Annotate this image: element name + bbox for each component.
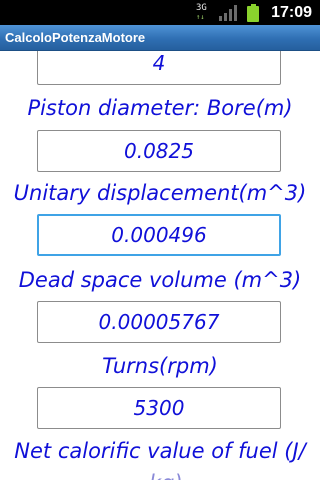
value-field-top[interactable]: 4	[37, 51, 281, 85]
turns-input[interactable]: 5300	[37, 387, 281, 429]
app-title: CalcoloPotenzaMotore	[5, 30, 146, 45]
turns-label: Turns(rpm)	[102, 354, 218, 378]
app-title-bar: CalcoloPotenzaMotore	[0, 25, 320, 51]
form-scroll-area[interactable]: 4 Piston diameter: Bore(m) 0.0825 Unitar…	[0, 51, 320, 480]
status-bar: 3G ↑↓ 17:09	[0, 0, 320, 25]
displacement-label: Unitary displacement(m^3)	[13, 181, 307, 205]
network-3g-icon: 3G ↑↓	[196, 4, 214, 22]
calorific-value-label: Net calorific value of fuel (J/	[14, 439, 306, 463]
bore-input[interactable]: 0.0825	[37, 130, 281, 172]
calorific-value-label-continuation: kg)	[149, 471, 183, 480]
dead-space-label: Dead space volume (m^3)	[18, 268, 302, 292]
signal-strength-icon	[219, 5, 237, 21]
status-time: 17:09	[271, 4, 312, 21]
dead-space-input[interactable]: 0.00005767	[37, 301, 281, 343]
displacement-input[interactable]: 0.000496	[37, 214, 281, 256]
network-type-label: 3G	[196, 3, 207, 13]
battery-icon	[247, 4, 259, 22]
bore-label: Piston diameter: Bore(m)	[27, 96, 293, 120]
